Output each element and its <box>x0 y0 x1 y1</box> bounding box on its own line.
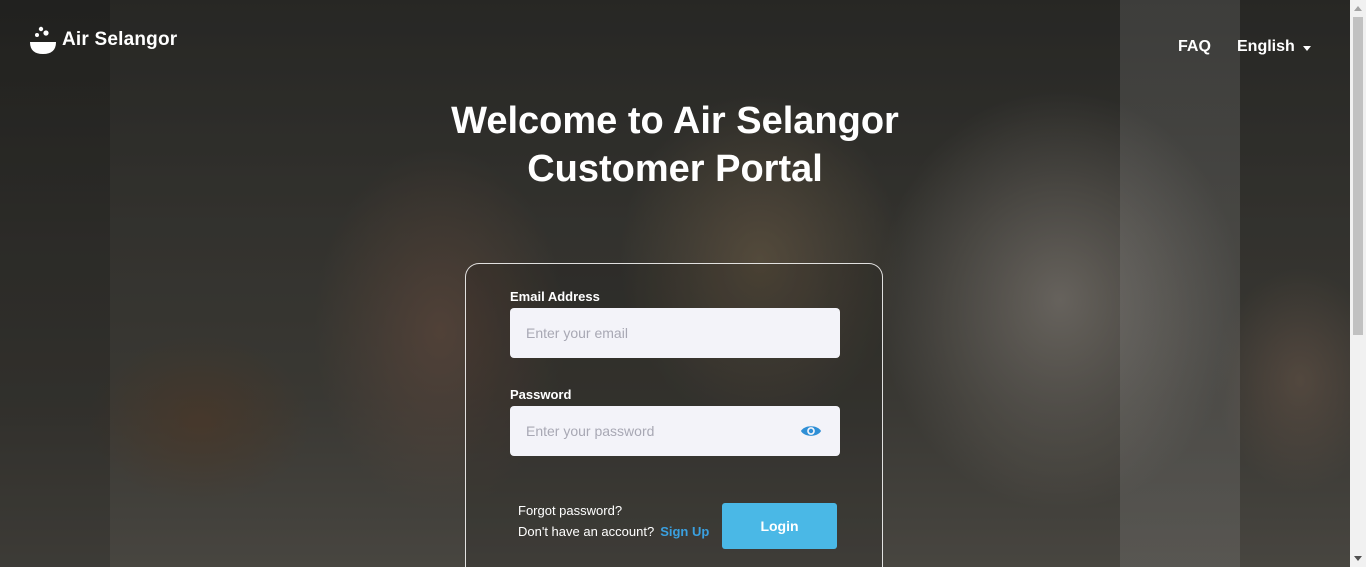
page-title-line2: Customer Portal <box>527 148 823 190</box>
email-label: Email Address <box>510 289 600 304</box>
page-title-line1: Welcome to Air Selangor <box>451 100 899 142</box>
login-page: Air Selangor FAQ English Welcome to Air … <box>0 0 1366 567</box>
email-input[interactable] <box>510 308 840 358</box>
vertical-scrollbar[interactable] <box>1350 0 1366 567</box>
no-account-text: Don't have an account? <box>518 524 655 539</box>
login-button[interactable]: Login <box>722 503 837 549</box>
logo-text: Air Selangor <box>62 29 178 50</box>
forgot-password-link[interactable]: Forgot password? <box>518 500 709 521</box>
account-links: Forgot password? Don't have an account? S… <box>518 500 709 542</box>
show-password-eye-icon[interactable] <box>800 420 822 442</box>
sign-up-link[interactable]: Sign Up <box>660 524 709 539</box>
language-label: English <box>1237 38 1295 55</box>
logo-drop-icon <box>30 26 56 54</box>
password-input[interactable] <box>510 406 840 456</box>
scrollbar-thumb[interactable] <box>1353 17 1363 335</box>
login-card: Email Address Password Forgot password? … <box>465 263 883 567</box>
scroll-up-arrow-icon[interactable] <box>1354 6 1362 11</box>
signup-row: Don't have an account? Sign Up <box>518 521 709 542</box>
password-label: Password <box>510 387 572 402</box>
faq-link[interactable]: FAQ <box>1178 38 1211 56</box>
page-title: Welcome to Air Selangor Customer Portal <box>0 97 1350 193</box>
air-selangor-logo[interactable]: Air Selangor <box>28 24 177 56</box>
scroll-down-arrow-icon[interactable] <box>1354 556 1362 561</box>
caret-down-icon <box>1302 45 1311 51</box>
language-dropdown[interactable]: English <box>1237 38 1311 56</box>
